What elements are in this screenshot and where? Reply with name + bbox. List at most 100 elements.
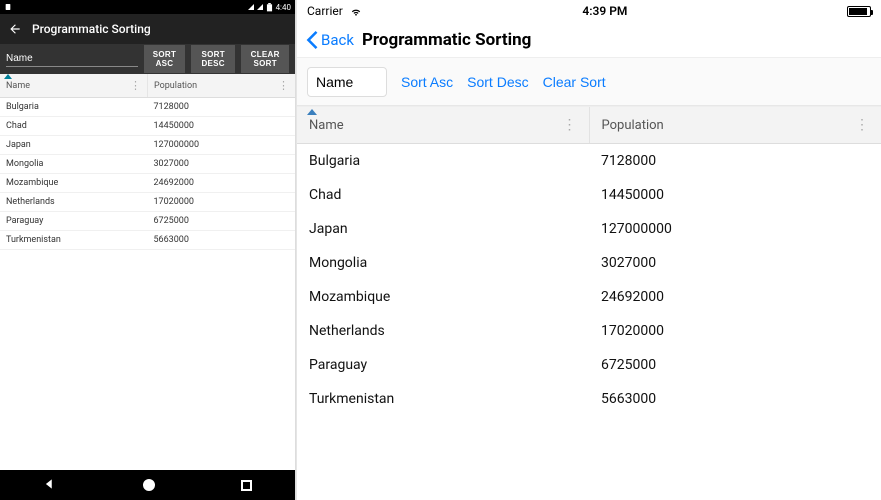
table-row[interactable]: Japan127000000 xyxy=(0,136,295,155)
table-row[interactable]: Mongolia3027000 xyxy=(297,246,881,280)
cell-population: 6725000 xyxy=(148,212,296,231)
cell-population: 127000000 xyxy=(589,212,881,246)
cell-name: Japan xyxy=(0,136,148,155)
cell-name: Chad xyxy=(0,117,148,136)
status-time: 4:39 PM xyxy=(582,4,627,18)
android-grid-body: Bulgaria7128000Chad14450000Japan12700000… xyxy=(0,98,295,250)
clear-sort-button[interactable]: Clear Sort xyxy=(543,74,606,90)
table-row[interactable]: Netherlands17020000 xyxy=(297,314,881,348)
column-label: Name xyxy=(6,81,30,91)
cell-name: Netherlands xyxy=(0,193,148,212)
cell-population: 127000000 xyxy=(148,136,296,155)
cell-population: 3027000 xyxy=(589,246,881,280)
sort-asc-indicator-icon xyxy=(307,109,317,115)
table-row[interactable]: Mozambique24692000 xyxy=(297,280,881,314)
ios-screen: Carrier 4:39 PM Back Programmatic Sortin… xyxy=(296,0,881,500)
cell-name: Netherlands xyxy=(297,314,589,348)
table-row[interactable]: Netherlands17020000 xyxy=(0,193,295,212)
table-row[interactable]: Paraguay6725000 xyxy=(297,348,881,382)
cell-name: Japan xyxy=(297,212,589,246)
column-label: Population xyxy=(154,81,197,91)
ios-toolbar: Sort Asc Sort Desc Clear Sort xyxy=(297,58,881,106)
table-row[interactable]: Turkmenistan5663000 xyxy=(297,382,881,416)
battery-icon xyxy=(847,6,871,17)
cell-population: 14450000 xyxy=(148,117,296,136)
table-row[interactable]: Turkmenistan5663000 xyxy=(0,231,295,250)
cell-population: 3027000 xyxy=(148,155,296,174)
cell-population: 24692000 xyxy=(148,174,296,193)
nav-title: Programmatic Sorting xyxy=(362,30,531,50)
carrier-label: Carrier xyxy=(307,4,343,18)
table-row[interactable]: Chad14450000 xyxy=(297,178,881,212)
cell-name: Bulgaria xyxy=(297,144,589,178)
column-menu-icon[interactable]: ⋮ xyxy=(278,80,289,91)
android-appbar: Programmatic Sorting xyxy=(0,14,295,44)
nav-back-icon[interactable] xyxy=(43,477,57,494)
status-time: 4:40 xyxy=(276,3,291,12)
signal-icon xyxy=(257,4,263,10)
table-row[interactable]: Japan127000000 xyxy=(297,212,881,246)
back-button[interactable]: Back xyxy=(305,31,354,49)
android-grid-header: Name ⋮ Population ⋮ xyxy=(0,74,295,98)
ios-navbar: Back Programmatic Sorting xyxy=(297,22,881,58)
sort-field-input[interactable] xyxy=(307,67,387,97)
table-row[interactable]: Mozambique24692000 xyxy=(0,174,295,193)
nav-home-icon[interactable] xyxy=(143,479,155,491)
sort-asc-button[interactable]: SORT ASC xyxy=(144,45,185,73)
ios-statusbar: Carrier 4:39 PM xyxy=(297,0,881,22)
clear-sort-button[interactable]: CLEAR SORT xyxy=(241,45,289,73)
back-label: Back xyxy=(321,31,354,49)
table-row[interactable]: Chad14450000 xyxy=(0,117,295,136)
cell-name: Turkmenistan xyxy=(297,382,589,416)
column-header-name[interactable]: Name ⋮ xyxy=(297,107,590,143)
sort-desc-button[interactable]: SORT DESC xyxy=(191,45,235,73)
cell-population: 7128000 xyxy=(589,144,881,178)
column-menu-icon[interactable]: ⋮ xyxy=(855,117,869,133)
column-menu-icon[interactable]: ⋮ xyxy=(563,117,577,133)
cell-population: 7128000 xyxy=(148,98,296,117)
table-row[interactable]: Bulgaria7128000 xyxy=(297,144,881,178)
cell-name: Mozambique xyxy=(0,174,148,193)
cell-name: Paraguay xyxy=(297,348,589,382)
cell-population: 17020000 xyxy=(589,314,881,348)
column-header-population[interactable]: Population ⋮ xyxy=(590,107,881,143)
signal-icon xyxy=(248,4,254,10)
column-header-name[interactable]: Name ⋮ xyxy=(0,74,148,97)
chevron-left-icon xyxy=(305,31,319,49)
cell-name: Turkmenistan xyxy=(0,231,148,250)
sort-field-input[interactable] xyxy=(6,51,138,67)
wifi-icon xyxy=(349,4,363,18)
cell-population: 5663000 xyxy=(148,231,296,250)
cell-name: Mongolia xyxy=(297,246,589,280)
cell-population: 14450000 xyxy=(589,178,881,212)
cell-population: 24692000 xyxy=(589,280,881,314)
ios-grid-body: Bulgaria7128000Chad14450000Japan12700000… xyxy=(297,144,881,416)
column-menu-icon[interactable]: ⋮ xyxy=(130,80,141,91)
table-row[interactable]: Mongolia3027000 xyxy=(0,155,295,174)
ios-grid-header: Name ⋮ Population ⋮ xyxy=(297,106,881,144)
android-navbar xyxy=(0,470,295,500)
android-screen: 4:40 Programmatic Sorting SORT ASC SORT … xyxy=(0,0,296,500)
android-statusbar: 4:40 xyxy=(0,0,295,14)
back-arrow-icon[interactable] xyxy=(8,22,22,36)
appbar-title: Programmatic Sorting xyxy=(32,22,151,36)
notification-icon xyxy=(4,3,12,11)
table-row[interactable]: Paraguay6725000 xyxy=(0,212,295,231)
cell-population: 17020000 xyxy=(148,193,296,212)
cell-population: 6725000 xyxy=(589,348,881,382)
battery-icon xyxy=(266,3,273,12)
column-label: Name xyxy=(309,118,344,133)
column-label: Population xyxy=(602,118,664,133)
sort-desc-button[interactable]: Sort Desc xyxy=(467,74,528,90)
cell-name: Paraguay xyxy=(0,212,148,231)
cell-name: Mozambique xyxy=(297,280,589,314)
android-toolbar: SORT ASC SORT DESC CLEAR SORT xyxy=(0,44,295,74)
cell-population: 5663000 xyxy=(589,382,881,416)
column-header-population[interactable]: Population ⋮ xyxy=(148,74,295,97)
table-row[interactable]: Bulgaria7128000 xyxy=(0,98,295,117)
cell-name: Chad xyxy=(297,178,589,212)
sort-asc-indicator-icon xyxy=(4,74,12,79)
cell-name: Mongolia xyxy=(0,155,148,174)
sort-asc-button[interactable]: Sort Asc xyxy=(401,74,453,90)
nav-recent-icon[interactable] xyxy=(241,480,252,491)
